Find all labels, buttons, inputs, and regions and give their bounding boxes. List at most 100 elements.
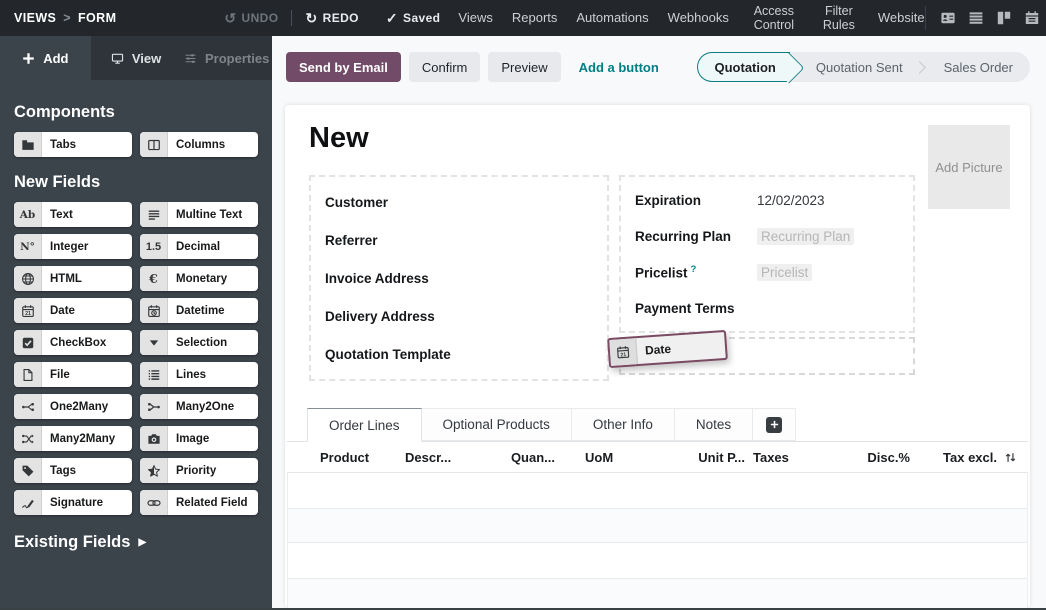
notebook-tabs: Order Lines Optional Products Other Info… [287, 408, 1028, 442]
field-row-invoice-address[interactable]: Invoice Address [325, 259, 593, 297]
many2one-icon [140, 394, 168, 419]
tab-other-info[interactable]: Other Info [571, 408, 675, 441]
form-view-icon[interactable] [940, 10, 956, 26]
field-row-recurring-plan[interactable]: Recurring Plan Recurring Plan [635, 218, 899, 254]
add-tab-button[interactable] [752, 408, 796, 441]
field-row-quotation-template[interactable]: Quotation Template [325, 335, 593, 373]
html-icon [14, 266, 42, 291]
checkbox-icon [14, 330, 42, 355]
column-header-taxes[interactable]: Taxes [745, 450, 855, 465]
menu-item-access-control[interactable]: Access Control [748, 4, 800, 33]
column-header-quantity[interactable]: Quan... [500, 450, 555, 465]
components-heading: Components [14, 103, 258, 122]
new-field-button-text[interactable]: Ab Text [14, 202, 132, 227]
sidebar-tab-add[interactable]: Add [0, 36, 91, 80]
new-field-button-checkbox[interactable]: CheckBox [14, 330, 132, 355]
tags-icon [14, 458, 42, 483]
new-field-button-decimal[interactable]: 1.5 Decimal [140, 234, 258, 259]
menu-item-webhooks[interactable]: Webhooks [668, 11, 729, 26]
pricelist-input[interactable]: Pricelist [757, 264, 812, 281]
new-fields-heading: New Fields [14, 173, 258, 192]
field-row-payment-terms[interactable]: Payment Terms [635, 290, 899, 326]
tab-optional-products[interactable]: Optional Products [421, 408, 572, 441]
text-icon: Ab [14, 202, 42, 227]
sidebar-tab-properties[interactable]: Properties [181, 36, 272, 80]
calendar-view-icon[interactable] [1024, 10, 1040, 26]
new-field-button-html[interactable]: HTML [14, 266, 132, 291]
menu-item-views[interactable]: Views [458, 11, 492, 26]
column-header-tax-excl[interactable]: Tax excl. [910, 450, 997, 465]
signature-icon [14, 490, 42, 515]
new-field-button-many2one[interactable]: Many2One [140, 394, 258, 419]
list-view-icon[interactable] [968, 10, 984, 26]
field-row-delivery-address[interactable]: Delivery Address [325, 297, 593, 335]
status-pill-quotation[interactable]: Quotation [697, 52, 790, 82]
new-field-button-datetime[interactable]: Datetime [140, 298, 258, 323]
new-field-button-tags[interactable]: Tags [14, 458, 132, 483]
new-field-button-one2many[interactable]: One2Many [14, 394, 132, 419]
order-line-empty-row [288, 579, 1027, 610]
statusbar: Quotation Quotation Sent Sales Order [697, 52, 1031, 82]
add-picture-box[interactable]: Add Picture [928, 125, 1010, 209]
menu-item-automations[interactable]: Automations [576, 11, 648, 26]
menu-item-filter-rules[interactable]: Filter Rules [819, 4, 859, 33]
field-row-referrer[interactable]: Referrer [325, 221, 593, 259]
new-field-button-integer[interactable]: N° Integer [14, 234, 132, 259]
undo-button[interactable]: ↺ UNDO [224, 11, 278, 25]
recurring-plan-input[interactable]: Recurring Plan [757, 228, 854, 245]
add-a-button-link[interactable]: Add a button [579, 60, 659, 75]
sidebar-tabs: Add View Properties [0, 36, 272, 80]
column-header-product[interactable]: Product [287, 450, 405, 465]
order-line-empty-row [288, 509, 1027, 543]
new-field-button-selection[interactable]: Selection [140, 330, 258, 355]
field-row-expiration[interactable]: Expiration 12/02/2023 [635, 182, 899, 218]
existing-fields-heading[interactable]: Existing Fields ▶ [14, 533, 258, 552]
column-header-description[interactable]: Descr... [405, 450, 500, 465]
kanban-view-icon[interactable] [996, 10, 1012, 26]
properties-icon [184, 52, 197, 65]
order-lines-header-row: Product Descr... Quan... UoM Unit P... T… [287, 442, 1028, 473]
new-field-button-file[interactable]: File [14, 362, 132, 387]
tab-notes[interactable]: Notes [674, 408, 753, 441]
date-icon [609, 338, 638, 366]
decimal-icon: 1.5 [140, 234, 168, 259]
new-field-button-date[interactable]: Date [14, 298, 132, 323]
new-field-button-lines[interactable]: Lines [140, 362, 258, 387]
new-field-button-monetary[interactable]: € Monetary [140, 266, 258, 291]
menu-item-website[interactable]: Website [878, 11, 925, 26]
breadcrumb-views[interactable]: VIEWS [14, 11, 56, 25]
expiration-value[interactable]: 12/02/2023 [757, 193, 825, 208]
form-sheet-top: New Add Picture Customer Referrer Invoic… [285, 105, 1030, 381]
monitor-icon [111, 52, 124, 65]
new-field-button-many2many[interactable]: Many2Many [14, 426, 132, 451]
confirm-button[interactable]: Confirm [409, 52, 481, 82]
new-field-button-signature[interactable]: Signature [14, 490, 132, 515]
sidebar-tab-view[interactable]: View [91, 36, 182, 80]
column-header-unit-price[interactable]: Unit P... [655, 450, 745, 465]
status-pill-sales-order[interactable]: Sales Order [926, 52, 1030, 82]
many2many-icon [14, 426, 42, 451]
saved-status: ✓ Saved [386, 11, 441, 25]
send-by-email-button[interactable]: Send by Email [286, 52, 401, 82]
new-field-button-image[interactable]: Image [140, 426, 258, 451]
lines-icon [140, 362, 168, 387]
field-row-customer[interactable]: Customer [325, 183, 593, 221]
related-field-icon [140, 490, 168, 515]
action-bar: Send by Email Confirm Preview Add a butt… [272, 36, 1046, 98]
preview-button[interactable]: Preview [488, 52, 560, 82]
new-field-button-multiline-text[interactable]: Multine Text [140, 202, 258, 227]
tab-order-lines[interactable]: Order Lines [307, 408, 422, 442]
component-button-columns[interactable]: Columns [140, 132, 258, 157]
new-field-button-related-field[interactable]: Related Field [140, 490, 258, 515]
help-question-icon: ? [691, 264, 697, 275]
tabs-icon [14, 132, 42, 157]
column-header-uom[interactable]: UoM [555, 450, 655, 465]
status-pill-quotation-sent[interactable]: Quotation Sent [790, 52, 915, 82]
new-field-button-priority[interactable]: Priority [140, 458, 258, 483]
component-button-tabs[interactable]: Tabs [14, 132, 132, 157]
menu-item-reports[interactable]: Reports [512, 11, 558, 26]
column-header-discount[interactable]: Disc.% [855, 450, 910, 465]
field-row-pricelist[interactable]: Pricelist? Pricelist [635, 254, 899, 290]
redo-button[interactable]: ↻ REDO [305, 11, 358, 25]
column-adjust-icon[interactable] [997, 450, 1023, 465]
